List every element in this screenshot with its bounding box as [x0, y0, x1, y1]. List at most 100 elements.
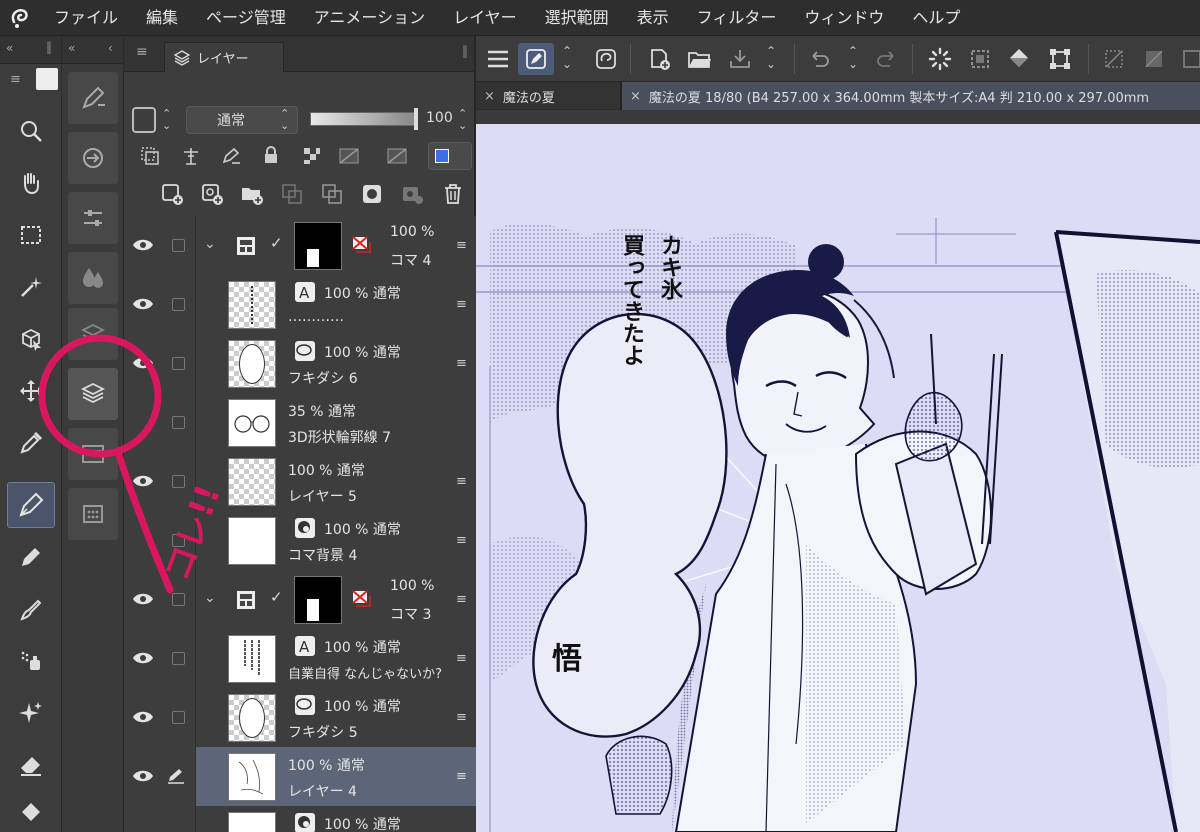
layer-row[interactable]: A 100 % 通常 ………… ≡	[124, 275, 476, 334]
eye-icon[interactable]	[132, 769, 154, 783]
object-select-icon[interactable]	[7, 316, 55, 362]
eye-icon[interactable]	[132, 238, 154, 252]
transfer-lower-icon[interactable]	[280, 182, 304, 206]
select-all-icon[interactable]	[962, 43, 998, 75]
layer-menu-icon[interactable]: ≡	[456, 474, 468, 489]
hide-selection-icon[interactable]	[1096, 43, 1132, 75]
eyedropper-icon[interactable]	[7, 420, 55, 466]
canvas[interactable]: カキ氷 買ってきたよ 悟	[476, 124, 1200, 832]
brush-icon[interactable]	[7, 586, 55, 632]
new-file-icon[interactable]	[642, 43, 678, 75]
layer-checkbox[interactable]	[172, 416, 185, 429]
sub-tool-icon[interactable]	[68, 72, 118, 124]
lock-icon[interactable]	[262, 145, 280, 165]
menu-edit[interactable]: 編集	[132, 0, 192, 36]
eye-icon[interactable]	[132, 297, 154, 311]
opacity-stepper-icon[interactable]: ⌃ ⌄	[458, 108, 467, 132]
draft-layer-icon[interactable]	[220, 146, 242, 166]
hamburger-menu-icon[interactable]	[480, 43, 516, 75]
layer-menu-icon[interactable]: ≡	[456, 710, 468, 725]
check-icon[interactable]: ✓	[270, 234, 283, 252]
layer-checkbox[interactable]	[172, 711, 185, 724]
menu-view[interactable]: 表示	[623, 0, 683, 36]
check-icon[interactable]: ✓	[270, 588, 283, 606]
panel-grip-icon[interactable]: ‖	[46, 40, 52, 54]
layer-color-button[interactable]	[428, 142, 472, 170]
clip-lower-icon[interactable]	[140, 146, 160, 166]
navigator-icon[interactable]	[68, 132, 118, 184]
menu-help[interactable]: ヘルプ	[898, 0, 974, 36]
stepper-icon[interactable]: ⌃ ⌄	[562, 45, 572, 71]
eye-icon[interactable]	[132, 356, 154, 370]
chevron-down-icon[interactable]: ⌄	[204, 236, 216, 252]
layer-menu-icon[interactable]: ≡	[456, 238, 468, 253]
rect-select-icon[interactable]	[7, 212, 55, 258]
color-icon[interactable]	[68, 252, 118, 304]
swatch-stepper-icon[interactable]: ⌃ ⌄	[162, 108, 171, 132]
collapse-left-icon[interactable]: «	[6, 41, 13, 55]
opacity-slider-handle[interactable]	[414, 108, 418, 130]
document-tab[interactable]: × 魔法の夏	[476, 82, 620, 110]
layer-checkbox[interactable]	[172, 239, 185, 252]
new-folder-icon[interactable]	[240, 182, 264, 206]
pen-icon[interactable]	[7, 482, 55, 528]
chevron-down-icon[interactable]: ⌄	[204, 590, 216, 606]
eye-icon[interactable]	[132, 474, 154, 488]
layer-menu-icon[interactable]: ≡	[456, 297, 468, 312]
menu-layer[interactable]: レイヤー	[439, 0, 531, 36]
layer-row[interactable]: 100 % 通常 フキダシ 6 ≡	[124, 334, 476, 393]
eye-icon[interactable]	[132, 651, 154, 665]
quick-access-icon[interactable]	[518, 43, 554, 75]
reference-layer-icon[interactable]	[180, 146, 202, 166]
save-icon[interactable]	[722, 43, 758, 75]
apply-mask-icon[interactable]	[400, 182, 424, 206]
undo-icon[interactable]	[802, 43, 838, 75]
menu-filter[interactable]: フィルター	[683, 0, 791, 36]
fill-bucket-icon[interactable]	[1002, 43, 1038, 75]
layer-row-selected[interactable]: 100 % 通常 レイヤー 4 ≡	[124, 747, 476, 806]
close-icon[interactable]: ×	[630, 89, 641, 104]
loading-icon[interactable]	[922, 43, 958, 75]
stepper-icon[interactable]: ⌃ ⌄	[848, 45, 858, 71]
new-raster-layer-icon[interactable]	[160, 182, 184, 206]
airbrush-icon[interactable]	[7, 638, 55, 684]
layer-menu-icon[interactable]: ≡	[456, 533, 468, 548]
layer-checkbox[interactable]	[172, 593, 185, 606]
pen-tab-icon[interactable]	[36, 68, 58, 90]
layer-icon[interactable]	[68, 368, 118, 420]
menu-selection[interactable]: 選択範囲	[531, 0, 623, 36]
eye-icon[interactable]	[132, 592, 154, 606]
close-icon[interactable]: ×	[484, 89, 495, 104]
layer-color-swatch[interactable]	[132, 107, 156, 133]
layer-menu-icon[interactable]: ≡	[456, 356, 468, 371]
blend-stepper-icon[interactable]: ⌃ ⌄	[280, 108, 289, 132]
collapse-left-icon[interactable]: «	[68, 41, 75, 55]
menu-animation[interactable]: アニメーション	[300, 0, 439, 36]
ruler-range-icon[interactable]	[386, 146, 412, 166]
panel-grip-icon[interactable]: ‖	[462, 44, 468, 58]
timeline-icon[interactable]	[68, 428, 118, 480]
move-icon[interactable]	[7, 368, 55, 414]
mask-enable-icon[interactable]	[338, 146, 364, 166]
layer-checkbox[interactable]	[172, 298, 185, 311]
material-icon[interactable]	[68, 488, 118, 540]
layer-property-icon[interactable]	[68, 308, 118, 360]
document-tab-active[interactable]: × 魔法の夏 18/80 (B4 257.00 x 364.00mm 製本サイズ…	[622, 82, 1200, 110]
decoration-icon[interactable]	[7, 690, 55, 736]
chevron-left-icon[interactable]: ‹	[108, 41, 113, 55]
crop-icon[interactable]	[1174, 43, 1200, 75]
eraser-icon[interactable]	[7, 742, 55, 788]
layer-checkbox[interactable]	[172, 357, 185, 370]
layer-row[interactable]: A 100 % 通常 自業自得 なんじゃないか? ≡	[124, 629, 476, 688]
transform-icon[interactable]	[1042, 43, 1078, 75]
layer-row[interactable]: ⌄ ✓ 100 % コマ 4 ≡	[124, 216, 476, 275]
zoom-icon[interactable]	[7, 108, 55, 154]
stepper-icon[interactable]: ⌃ ⌄	[766, 45, 776, 71]
eye-icon[interactable]	[132, 710, 154, 724]
hand-icon[interactable]	[7, 160, 55, 206]
menu-file[interactable]: ファイル	[40, 0, 132, 36]
layer-menu-icon[interactable]: ≡	[456, 651, 468, 666]
menu-page[interactable]: ページ管理	[192, 0, 300, 36]
tool-menu-icon[interactable]: ≡	[10, 72, 21, 87]
fill-icon[interactable]	[7, 790, 55, 832]
